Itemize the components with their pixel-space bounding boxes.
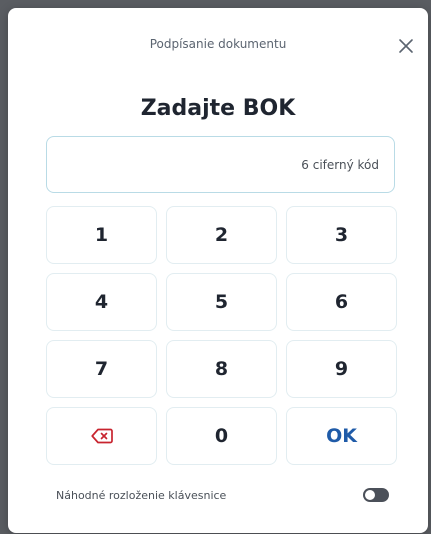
code-input[interactable] <box>46 136 395 193</box>
page-title: Zadajte BOK <box>140 96 296 121</box>
key-0[interactable]: 0 <box>166 407 277 465</box>
key-3[interactable]: 3 <box>286 206 397 264</box>
key-8[interactable]: 8 <box>166 340 277 398</box>
key-4[interactable]: 4 <box>46 273 157 331</box>
random-layout-label: Náhodné rozloženie klávesnice <box>56 489 227 502</box>
keyboard-options: Náhodné rozloženie klávesnice <box>56 486 390 506</box>
key-1[interactable]: 1 <box>46 206 157 264</box>
key-2[interactable]: 2 <box>166 206 277 264</box>
numeric-keypad: 1 2 3 4 5 6 7 8 9 0 OK <box>46 206 397 465</box>
backdrop <box>0 0 8 534</box>
dialog-title: Podpísanie dokumentu <box>149 37 287 51</box>
close-button[interactable] <box>394 34 418 58</box>
key-5[interactable]: 5 <box>166 273 277 331</box>
backspace-button[interactable] <box>46 407 157 465</box>
key-6[interactable]: 6 <box>286 273 397 331</box>
key-9[interactable]: 9 <box>286 340 397 398</box>
dialog-header: Podpísanie dokumentu <box>8 8 428 78</box>
sign-document-dialog: Podpísanie dokumentu Zadajte BOK 1 2 3 4… <box>8 8 428 533</box>
close-icon <box>399 39 413 53</box>
ok-button[interactable]: OK <box>286 407 397 465</box>
toggle-knob <box>365 490 375 500</box>
random-layout-toggle[interactable] <box>363 488 389 502</box>
key-7[interactable]: 7 <box>46 340 157 398</box>
backspace-icon <box>90 428 113 444</box>
